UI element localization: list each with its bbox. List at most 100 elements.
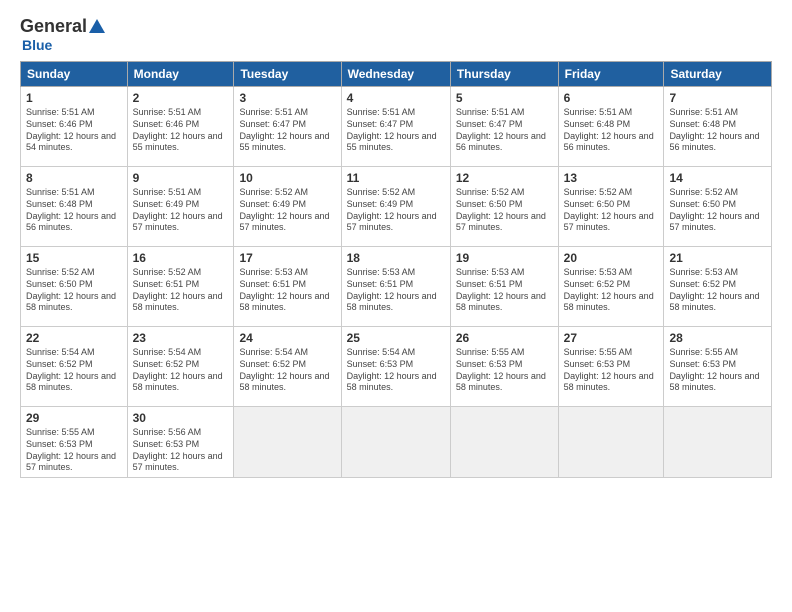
- calendar-cell: 10 Sunrise: 5:52 AMSunset: 6:49 PMDaylig…: [234, 167, 341, 247]
- day-info: Sunrise: 5:51 AMSunset: 6:47 PMDaylight:…: [456, 107, 553, 154]
- day-info: Sunrise: 5:51 AMSunset: 6:48 PMDaylight:…: [26, 187, 122, 234]
- calendar-cell: 28 Sunrise: 5:55 AMSunset: 6:53 PMDaylig…: [664, 327, 772, 407]
- day-info: Sunrise: 5:54 AMSunset: 6:52 PMDaylight:…: [26, 347, 122, 394]
- day-info: Sunrise: 5:54 AMSunset: 6:53 PMDaylight:…: [347, 347, 445, 394]
- day-number: 27: [564, 330, 659, 346]
- day-number: 16: [133, 250, 229, 266]
- calendar-cell: [558, 407, 664, 478]
- day-number: 24: [239, 330, 335, 346]
- calendar-table: SundayMondayTuesdayWednesdayThursdayFrid…: [20, 61, 772, 478]
- calendar-cell: 21 Sunrise: 5:53 AMSunset: 6:52 PMDaylig…: [664, 247, 772, 327]
- day-info: Sunrise: 5:53 AMSunset: 6:52 PMDaylight:…: [564, 267, 659, 314]
- day-number: 29: [26, 410, 122, 426]
- day-number: 25: [347, 330, 445, 346]
- day-number: 4: [347, 90, 445, 106]
- day-info: Sunrise: 5:53 AMSunset: 6:51 PMDaylight:…: [239, 267, 335, 314]
- day-info: Sunrise: 5:52 AMSunset: 6:50 PMDaylight:…: [456, 187, 553, 234]
- calendar-cell: 14 Sunrise: 5:52 AMSunset: 6:50 PMDaylig…: [664, 167, 772, 247]
- logo-triangle-icon: [89, 19, 105, 33]
- calendar-cell: [664, 407, 772, 478]
- day-info: Sunrise: 5:51 AMSunset: 6:47 PMDaylight:…: [347, 107, 445, 154]
- calendar-cell: 23 Sunrise: 5:54 AMSunset: 6:52 PMDaylig…: [127, 327, 234, 407]
- day-number: 30: [133, 410, 229, 426]
- day-info: Sunrise: 5:52 AMSunset: 6:50 PMDaylight:…: [669, 187, 766, 234]
- day-info: Sunrise: 5:54 AMSunset: 6:52 PMDaylight:…: [133, 347, 229, 394]
- calendar-cell: 30 Sunrise: 5:56 AMSunset: 6:53 PMDaylig…: [127, 407, 234, 478]
- day-info: Sunrise: 5:56 AMSunset: 6:53 PMDaylight:…: [133, 427, 229, 474]
- calendar-cell: 1 Sunrise: 5:51 AMSunset: 6:46 PMDayligh…: [21, 87, 128, 167]
- calendar-cell: 13 Sunrise: 5:52 AMSunset: 6:50 PMDaylig…: [558, 167, 664, 247]
- calendar-cell: 29 Sunrise: 5:55 AMSunset: 6:53 PMDaylig…: [21, 407, 128, 478]
- day-number: 2: [133, 90, 229, 106]
- day-number: 21: [669, 250, 766, 266]
- calendar-cell: 24 Sunrise: 5:54 AMSunset: 6:52 PMDaylig…: [234, 327, 341, 407]
- day-number: 11: [347, 170, 445, 186]
- calendar-cell: 25 Sunrise: 5:54 AMSunset: 6:53 PMDaylig…: [341, 327, 450, 407]
- day-info: Sunrise: 5:55 AMSunset: 6:53 PMDaylight:…: [564, 347, 659, 394]
- day-number: 5: [456, 90, 553, 106]
- day-info: Sunrise: 5:54 AMSunset: 6:52 PMDaylight:…: [239, 347, 335, 394]
- calendar-cell: 16 Sunrise: 5:52 AMSunset: 6:51 PMDaylig…: [127, 247, 234, 327]
- weekday-header-friday: Friday: [558, 62, 664, 87]
- day-number: 20: [564, 250, 659, 266]
- calendar-cell: 20 Sunrise: 5:53 AMSunset: 6:52 PMDaylig…: [558, 247, 664, 327]
- day-info: Sunrise: 5:53 AMSunset: 6:52 PMDaylight:…: [669, 267, 766, 314]
- weekday-header-tuesday: Tuesday: [234, 62, 341, 87]
- day-info: Sunrise: 5:51 AMSunset: 6:47 PMDaylight:…: [239, 107, 335, 154]
- calendar-cell: 6 Sunrise: 5:51 AMSunset: 6:48 PMDayligh…: [558, 87, 664, 167]
- day-info: Sunrise: 5:55 AMSunset: 6:53 PMDaylight:…: [669, 347, 766, 394]
- calendar-cell: 4 Sunrise: 5:51 AMSunset: 6:47 PMDayligh…: [341, 87, 450, 167]
- day-number: 7: [669, 90, 766, 106]
- weekday-header-monday: Monday: [127, 62, 234, 87]
- calendar-cell: 5 Sunrise: 5:51 AMSunset: 6:47 PMDayligh…: [450, 87, 558, 167]
- day-number: 26: [456, 330, 553, 346]
- calendar-cell: 18 Sunrise: 5:53 AMSunset: 6:51 PMDaylig…: [341, 247, 450, 327]
- calendar-cell: 8 Sunrise: 5:51 AMSunset: 6:48 PMDayligh…: [21, 167, 128, 247]
- day-info: Sunrise: 5:55 AMSunset: 6:53 PMDaylight:…: [456, 347, 553, 394]
- logo-general-text: General: [20, 16, 87, 37]
- calendar-cell: 22 Sunrise: 5:54 AMSunset: 6:52 PMDaylig…: [21, 327, 128, 407]
- day-number: 13: [564, 170, 659, 186]
- logo: General Blue: [20, 16, 105, 53]
- day-info: Sunrise: 5:51 AMSunset: 6:48 PMDaylight:…: [564, 107, 659, 154]
- calendar-cell: 26 Sunrise: 5:55 AMSunset: 6:53 PMDaylig…: [450, 327, 558, 407]
- day-info: Sunrise: 5:53 AMSunset: 6:51 PMDaylight:…: [347, 267, 445, 314]
- weekday-header-thursday: Thursday: [450, 62, 558, 87]
- calendar-cell: [341, 407, 450, 478]
- day-number: 28: [669, 330, 766, 346]
- day-number: 6: [564, 90, 659, 106]
- calendar-cell: 19 Sunrise: 5:53 AMSunset: 6:51 PMDaylig…: [450, 247, 558, 327]
- day-number: 1: [26, 90, 122, 106]
- logo-blue-text: Blue: [22, 37, 52, 53]
- day-info: Sunrise: 5:51 AMSunset: 6:48 PMDaylight:…: [669, 107, 766, 154]
- day-info: Sunrise: 5:52 AMSunset: 6:49 PMDaylight:…: [347, 187, 445, 234]
- weekday-header-row: SundayMondayTuesdayWednesdayThursdayFrid…: [21, 62, 772, 87]
- day-info: Sunrise: 5:52 AMSunset: 6:50 PMDaylight:…: [564, 187, 659, 234]
- calendar-cell: 17 Sunrise: 5:53 AMSunset: 6:51 PMDaylig…: [234, 247, 341, 327]
- day-number: 10: [239, 170, 335, 186]
- day-info: Sunrise: 5:51 AMSunset: 6:46 PMDaylight:…: [133, 107, 229, 154]
- day-info: Sunrise: 5:52 AMSunset: 6:49 PMDaylight:…: [239, 187, 335, 234]
- calendar-cell: [234, 407, 341, 478]
- day-number: 14: [669, 170, 766, 186]
- calendar-cell: 3 Sunrise: 5:51 AMSunset: 6:47 PMDayligh…: [234, 87, 341, 167]
- weekday-header-sunday: Sunday: [21, 62, 128, 87]
- day-number: 8: [26, 170, 122, 186]
- calendar-cell: 12 Sunrise: 5:52 AMSunset: 6:50 PMDaylig…: [450, 167, 558, 247]
- day-info: Sunrise: 5:52 AMSunset: 6:50 PMDaylight:…: [26, 267, 122, 314]
- weekday-header-wednesday: Wednesday: [341, 62, 450, 87]
- day-info: Sunrise: 5:52 AMSunset: 6:51 PMDaylight:…: [133, 267, 229, 314]
- day-number: 3: [239, 90, 335, 106]
- day-number: 9: [133, 170, 229, 186]
- day-number: 22: [26, 330, 122, 346]
- calendar-cell: 2 Sunrise: 5:51 AMSunset: 6:46 PMDayligh…: [127, 87, 234, 167]
- calendar-cell: 11 Sunrise: 5:52 AMSunset: 6:49 PMDaylig…: [341, 167, 450, 247]
- day-number: 15: [26, 250, 122, 266]
- day-info: Sunrise: 5:55 AMSunset: 6:53 PMDaylight:…: [26, 427, 122, 474]
- weekday-header-saturday: Saturday: [664, 62, 772, 87]
- day-number: 19: [456, 250, 553, 266]
- day-number: 18: [347, 250, 445, 266]
- calendar-cell: 15 Sunrise: 5:52 AMSunset: 6:50 PMDaylig…: [21, 247, 128, 327]
- day-number: 23: [133, 330, 229, 346]
- calendar-cell: [450, 407, 558, 478]
